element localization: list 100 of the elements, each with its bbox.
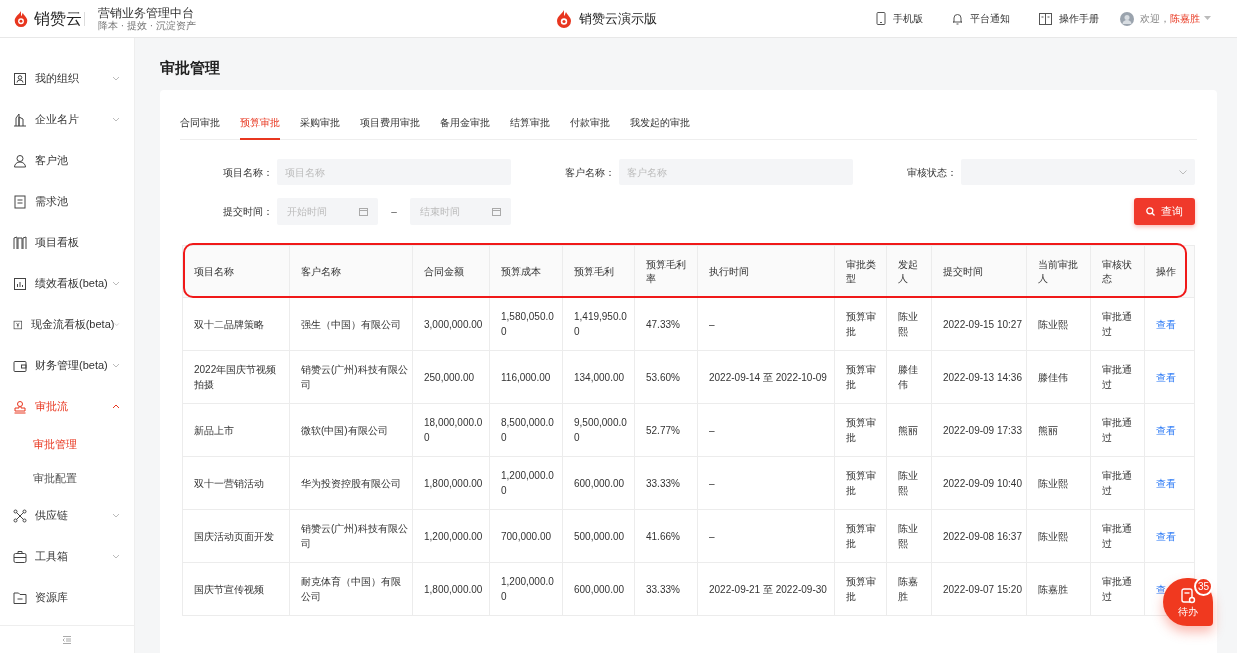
table-cell: 强生（中国）有限公司 — [289, 297, 413, 351]
table-cell: 审批通过 — [1090, 456, 1145, 510]
sidebar-item[interactable]: 客户池 — [0, 140, 134, 181]
bell-icon — [952, 12, 963, 25]
table-cell: 预算审批 — [834, 350, 887, 404]
tab[interactable]: 备用金审批 — [440, 112, 490, 140]
table-cell: 陈嘉胜 — [1026, 562, 1091, 616]
sidebar-subitem[interactable]: 审批管理 — [0, 427, 134, 461]
table-cell: 2022年国庆节视频拍摄 — [182, 350, 290, 404]
table-cell: 耐克体育（中国）有限公司 — [289, 562, 413, 616]
table-cell: 审批通过 — [1090, 403, 1145, 457]
person-icon — [13, 153, 27, 168]
view-link[interactable]: 查看 — [1156, 318, 1176, 330]
table-cell: 双十二品牌策略 — [182, 297, 290, 351]
table-cell: 1,200,000.00 — [412, 509, 490, 563]
sidebar-item[interactable]: 项目看板 — [0, 222, 134, 263]
table-cell: 审批通过 — [1090, 562, 1145, 616]
filter-label: 审核状态： — [906, 165, 958, 180]
sidebar-item[interactable]: 财务管理(beta) — [0, 345, 134, 386]
sidebar-item[interactable]: 供应链 — [0, 495, 134, 536]
book-icon — [1039, 12, 1052, 25]
table-cell: 47.33% — [634, 297, 698, 351]
filter-label: 客户名称： — [564, 165, 616, 180]
table-cell: 500,000.00 — [562, 509, 635, 563]
filter-label: 项目名称： — [222, 165, 274, 180]
user-name[interactable]: 陈嘉胜 — [1170, 11, 1200, 26]
table-cell: 熊丽 — [886, 403, 932, 457]
column-header: 执行时间 — [697, 245, 835, 298]
sidebar-item[interactable]: 资源库 — [0, 577, 134, 618]
select-field[interactable] — [961, 159, 1195, 185]
stamp-icon — [13, 399, 27, 414]
page-title: 审批管理 — [160, 59, 221, 77]
network-icon — [13, 508, 27, 523]
sidebar-item[interactable]: 需求池 — [0, 181, 134, 222]
table-cell: 预算审批 — [834, 403, 887, 457]
sidebar-item[interactable]: 我的组织 — [0, 58, 134, 99]
sidebar-item[interactable]: 企业名片 — [0, 99, 134, 140]
view-link[interactable]: 查看 — [1156, 424, 1176, 436]
building-icon — [13, 112, 27, 127]
column-header: 操作 — [1144, 245, 1195, 298]
table-cell: – — [697, 456, 835, 510]
avatar[interactable] — [1120, 11, 1134, 26]
header-link[interactable]: 平台通知 — [952, 11, 1010, 26]
collapse-icon[interactable] — [62, 635, 72, 644]
tab[interactable]: 预算审批 — [240, 112, 280, 140]
caret-icon[interactable] — [1204, 16, 1211, 21]
table-cell: 国庆活动页面开发 — [182, 509, 290, 563]
table-cell: 33.33% — [634, 456, 698, 510]
table-cell: 销赞云(广州)科技有限公司 — [289, 350, 413, 404]
welcome-text: 欢迎， — [1140, 12, 1170, 26]
chevron-icon — [114, 321, 120, 328]
table-cell: 1,800,000.00 — [412, 562, 490, 616]
sidebar-item[interactable]: 审批流 — [0, 386, 134, 427]
tab[interactable]: 付款审批 — [570, 112, 610, 140]
tab[interactable]: 合同审批 — [180, 112, 220, 140]
table-cell: 双十一营销活动 — [182, 456, 290, 510]
table-cell: 1,800,000.00 — [412, 456, 490, 510]
tab[interactable]: 采购审批 — [300, 112, 340, 140]
tab[interactable]: 结算审批 — [510, 112, 550, 140]
logo-text: 销赞云 — [34, 8, 82, 29]
table-cell: 审批通过 — [1090, 509, 1145, 563]
table-cell: 2022-09-09 17:33 — [931, 403, 1027, 457]
column-header: 发起人 — [886, 245, 932, 298]
view-link[interactable]: 查看 — [1156, 477, 1176, 489]
tab[interactable]: 项目费用审批 — [360, 112, 420, 140]
table-cell: 9,500,000.00 — [562, 403, 635, 457]
column-header: 当前审批人 — [1026, 245, 1091, 298]
table-cell: 3,000,000.00 — [412, 297, 490, 351]
sidebar-item[interactable]: 绩效看板(beta) — [0, 263, 134, 304]
table-cell: 2022-09-09 10:40 — [931, 456, 1027, 510]
sidebar-item[interactable]: 现金流看板(beta) — [0, 304, 134, 345]
chevron-icon — [1179, 169, 1187, 175]
table-cell: 国庆节宣传视频 — [182, 562, 290, 616]
chart-icon — [13, 276, 27, 291]
view-link[interactable]: 查看 — [1156, 371, 1176, 383]
table-cell: 预算审批 — [834, 297, 887, 351]
table-cell: 116,000.00 — [489, 350, 563, 404]
tab[interactable]: 我发起的审批 — [630, 112, 690, 140]
table-cell: 陈业熙 — [1026, 456, 1091, 510]
view-link[interactable]: 查看 — [1156, 530, 1176, 542]
table-cell: 预算审批 — [834, 562, 887, 616]
sidebar-subitem[interactable]: 审批配置 — [0, 461, 134, 495]
search-button[interactable]: 查询 — [1134, 198, 1195, 225]
table-cell: – — [697, 509, 835, 563]
chevron-icon — [112, 116, 120, 123]
view-link[interactable]: 查 — [1156, 583, 1166, 595]
header-link[interactable]: 操作手册 — [1039, 11, 1099, 26]
table-cell: 陈业熙 — [1026, 297, 1091, 351]
table-cell: 33.33% — [634, 562, 698, 616]
calendar-icon — [359, 207, 368, 216]
table-cell: 1,200,000.00 — [489, 456, 563, 510]
demo-title: 销赞云演示版 — [579, 10, 657, 29]
table-cell: 700,000.00 — [489, 509, 563, 563]
sidebar-item[interactable]: 工具箱 — [0, 536, 134, 577]
column-header: 预算成本 — [489, 245, 563, 298]
toolbox-icon — [13, 549, 27, 564]
column-header: 项目名称 — [182, 245, 290, 298]
header-link[interactable]: 手机版 — [876, 11, 923, 26]
column-header: 审核状态 — [1090, 245, 1145, 298]
chevron-icon — [112, 553, 120, 560]
